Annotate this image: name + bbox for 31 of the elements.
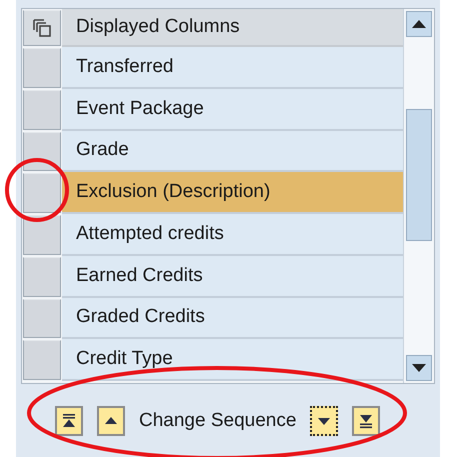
scroll-thumb[interactable] bbox=[406, 109, 432, 241]
row-selector[interactable] bbox=[23, 90, 61, 130]
move-to-top-button[interactable] bbox=[55, 406, 83, 436]
table-row[interactable]: Grade bbox=[62, 130, 403, 172]
table-row[interactable]: Transferred bbox=[62, 47, 403, 89]
table-row[interactable]: Event Package bbox=[62, 88, 403, 130]
table-row[interactable]: Exclusion (Description) bbox=[62, 172, 403, 214]
scroll-down-button[interactable] bbox=[406, 355, 432, 381]
table-row[interactable]: Graded Credits bbox=[62, 298, 403, 340]
table-row[interactable]: Credit Type bbox=[62, 339, 403, 381]
table-row[interactable]: Earned Credits bbox=[62, 256, 403, 298]
select-all-button[interactable] bbox=[23, 10, 61, 46]
table-row[interactable]: Attempted credits bbox=[62, 214, 403, 256]
top-arrow-icon bbox=[62, 413, 76, 429]
row-selector[interactable] bbox=[23, 298, 61, 338]
row-selector[interactable] bbox=[23, 215, 61, 255]
copy-icon bbox=[32, 18, 52, 38]
scroll-up-button[interactable] bbox=[406, 11, 432, 37]
row-selector[interactable] bbox=[23, 256, 61, 296]
row-selector[interactable] bbox=[23, 173, 61, 213]
scrollbar[interactable] bbox=[403, 9, 434, 383]
column-header: Displayed Columns bbox=[62, 9, 403, 47]
bottom-arrow-icon bbox=[359, 413, 374, 429]
down-arrow-icon bbox=[412, 364, 426, 372]
highlight-circle bbox=[5, 158, 69, 222]
move-down-button[interactable] bbox=[310, 406, 338, 436]
row-selector[interactable] bbox=[23, 340, 61, 380]
move-up-button[interactable] bbox=[97, 406, 125, 436]
move-to-bottom-button[interactable] bbox=[352, 406, 380, 436]
up-arrow-icon bbox=[412, 20, 426, 28]
change-sequence-label: Change Sequence bbox=[139, 410, 296, 432]
